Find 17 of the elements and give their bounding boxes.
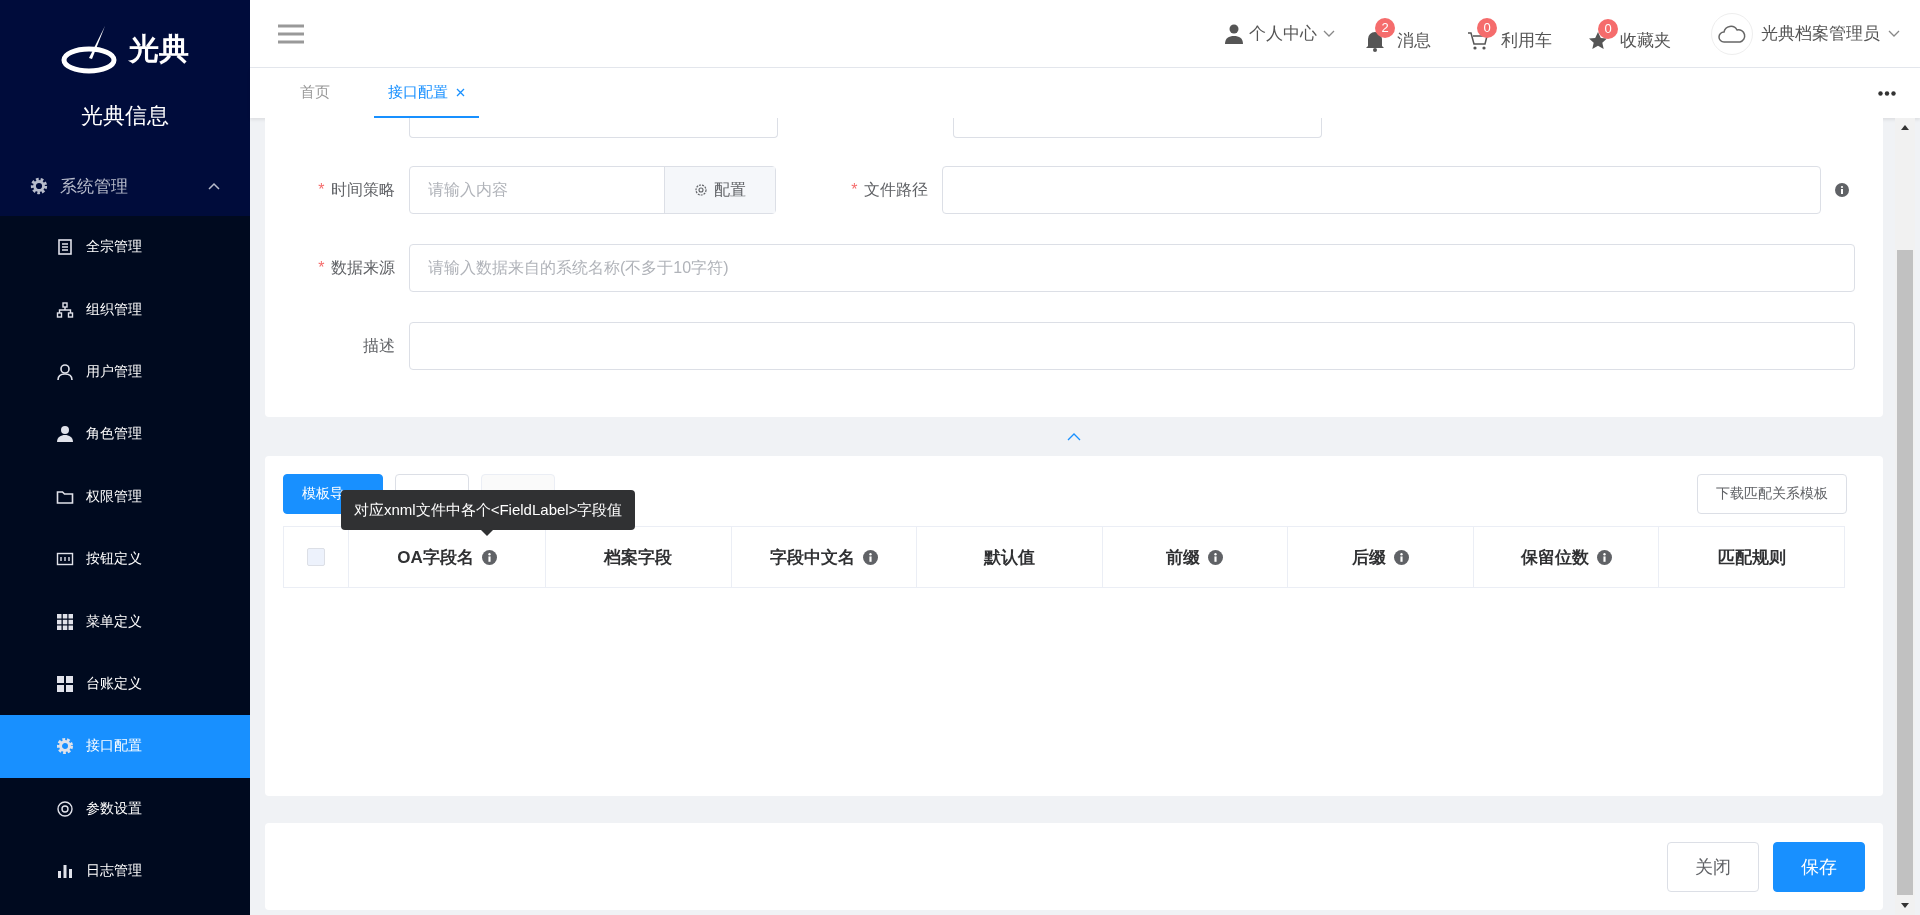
column-header: 保留位数 (1472, 527, 1659, 587)
count-badge: 2 (1375, 17, 1395, 38)
logo-text: 光典 (129, 30, 189, 67)
count-badge: 0 (1598, 18, 1618, 39)
column-header: 后缀 (1287, 527, 1473, 587)
field-label: 描述 (362, 335, 396, 356)
column-header: 匹配规则 (1658, 527, 1844, 587)
field-label: * 时间策略 (317, 179, 396, 200)
column-header: 前缀 (1101, 527, 1288, 587)
count-badge: 0 (1477, 17, 1497, 38)
column-header: OA字段名 (348, 527, 545, 587)
column-header: 字段中文名 (730, 527, 917, 587)
column-header: 档案字段 (545, 527, 731, 587)
brand-name: 光典信息 (80, 102, 170, 130)
field-label: * 数据来源 (317, 257, 396, 278)
column-header: 默认值 (916, 527, 1102, 587)
field-label: * 文件路径 (850, 179, 929, 200)
